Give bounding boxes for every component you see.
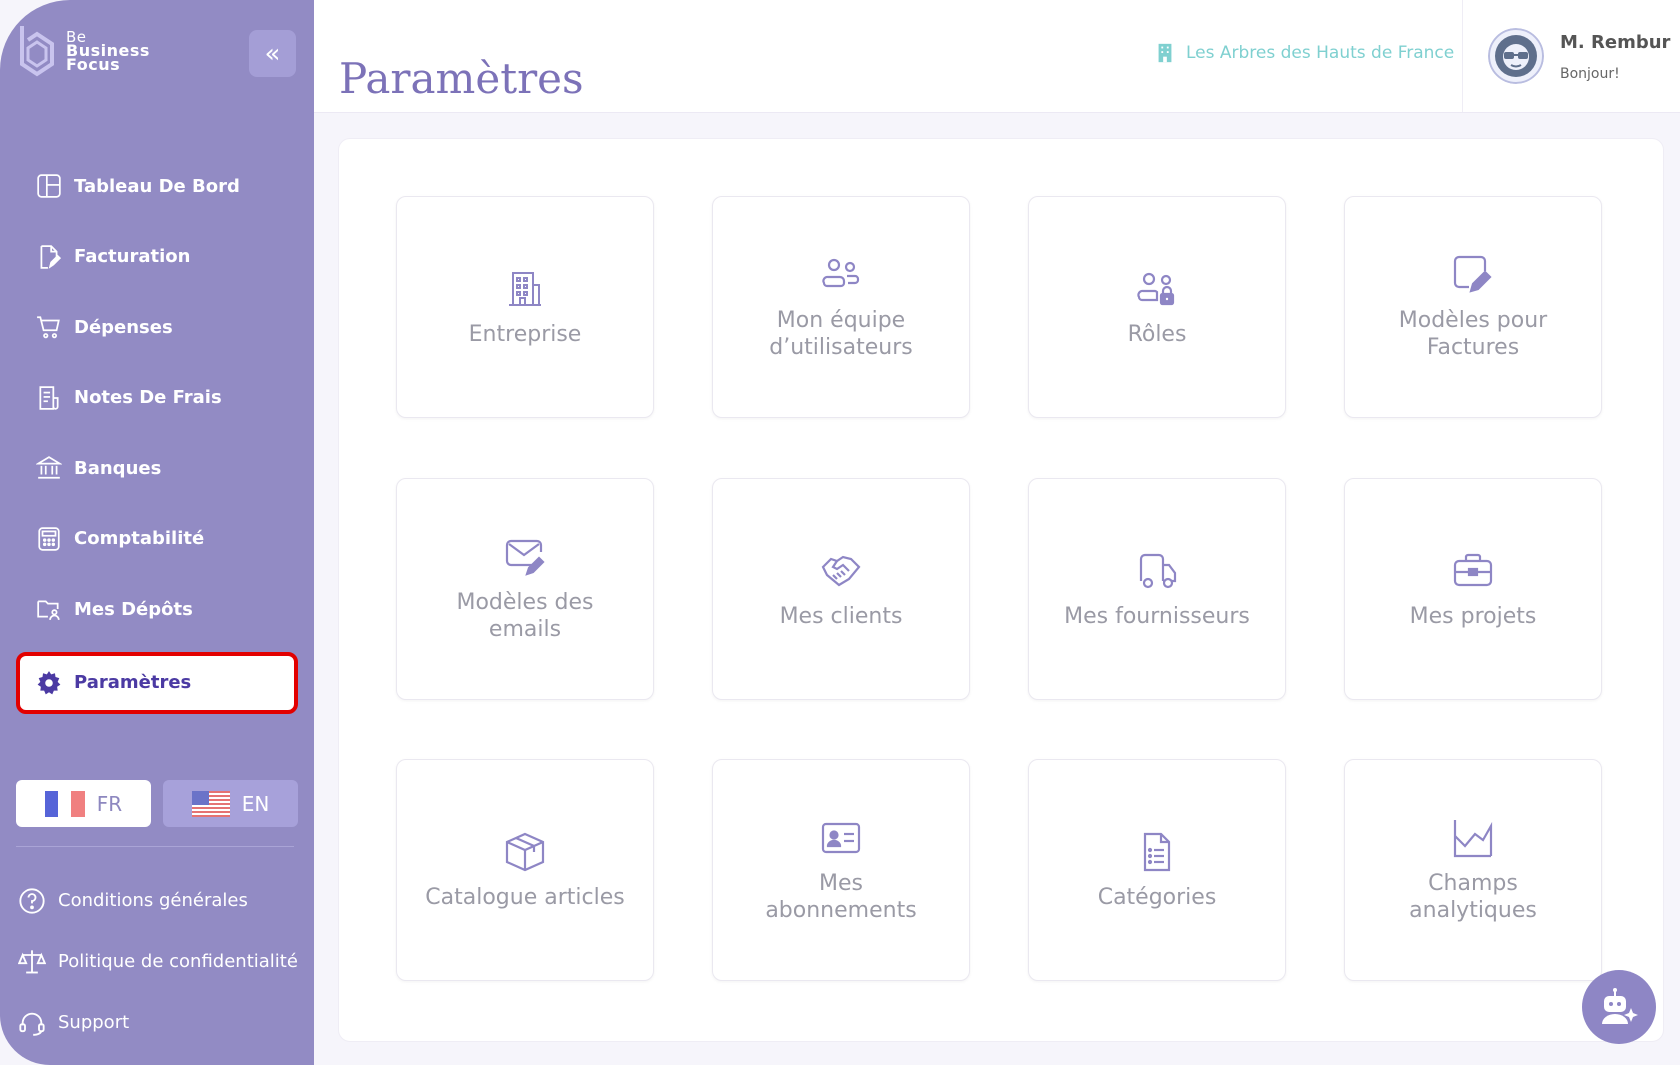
user-greeting: Bonjour! [1560,66,1620,82]
settings-tile-entreprise[interactable]: Entreprise [396,196,654,418]
logo-icon [20,26,54,77]
settings-tile-mes-abonnements[interactable]: Mes abonnements [712,759,970,981]
double-chevron-left-icon: « [264,38,281,69]
settings-tile-modeles-factures[interactable]: Modèles pour Factures [1344,196,1602,418]
tile-label: Mes projets [1409,603,1537,629]
settings-panel: Entreprise Mon équipe d’utilisateurs Rôl… [338,138,1664,1042]
tile-label: Modèles pour Factures [1398,308,1548,360]
language-switcher: FR EN [16,780,298,827]
briefcase-icon [1453,553,1493,586]
language-button-fr[interactable]: FR [16,780,151,827]
footer-link-label: Politique de confidentialité [58,951,298,972]
tile-label: Catalogue articles [425,884,625,910]
sidebar-item-label: Tableau De Bord [74,175,240,197]
company-selector[interactable]: Les Arbres des Hauts de France [1154,42,1454,64]
folder-users-icon [37,600,60,620]
tile-label: Mes fournisseurs [1064,603,1250,629]
headset-icon [19,1012,45,1036]
box-icon [505,832,545,871]
sidebar-item-banques[interactable]: Banques [16,440,298,496]
sidebar-item-mes-depots[interactable]: Mes Dépôts [16,581,298,637]
building-icon [509,271,541,306]
calculator-icon [38,526,60,551]
settings-tile-catalogue-articles[interactable]: Catalogue articles [396,759,654,981]
gear-icon [37,670,61,694]
sidebar-item-label: Comptabilité [74,528,205,549]
scales-icon [18,949,46,973]
language-code: EN [241,791,270,816]
company-name: Les Arbres des Hauts de France [1186,43,1455,63]
tile-label: Mon équipe d’utilisateurs [769,308,913,360]
settings-tile-modeles-emails[interactable]: Modèles des emails [396,478,654,700]
help-circle-icon [19,887,45,914]
building-icon [1158,43,1172,63]
sidebar-item-label: Facturation [74,246,191,267]
sidebar-item-parametres[interactable]: Paramètres [16,651,298,714]
tile-label: Mes clients [779,603,903,629]
sidebar-item-label: Banques [74,457,162,479]
terms-link[interactable]: Conditions générales [18,870,308,931]
bank-icon [36,456,62,479]
assistant-chat-button[interactable] [1582,970,1656,1044]
list-document-icon [1143,832,1171,871]
brand-line3: Focus [66,55,121,74]
sidebar-item-label: Dépenses [74,316,173,338]
brand-name: Be Business Focus [66,30,150,74]
sidebar-divider [16,846,294,847]
top-header: Paramètres Les Arbres des Hauts de Franc… [314,0,1680,113]
collapse-sidebar-button[interactable]: « [249,30,296,77]
dashboard-icon [37,174,61,198]
france-flag-icon [44,790,85,817]
page-title: Paramètres [339,54,584,104]
sidebar-item-depenses[interactable]: Dépenses [16,299,298,355]
mail-edit-icon [505,539,545,576]
app-window: Be Business Focus « Tableau De Bord Fact… [0,0,1680,1065]
settings-tile-mes-clients[interactable]: Mes clients [712,478,970,700]
tile-label: Entreprise [468,321,582,347]
language-code: FR [96,791,123,816]
avatar[interactable] [1488,28,1544,84]
settings-tile-categories[interactable]: Catégories [1028,759,1286,981]
header-separator [1462,0,1463,112]
sidebar-item-label: Notes De Frais [74,387,222,408]
sidebar-item-label: Mes Dépôts [74,598,193,620]
sidebar: Be Business Focus « Tableau De Bord Fact… [0,0,314,1065]
robot-sparkle-icon [1602,988,1638,1024]
sidebar-item-label: Paramètres [74,672,192,693]
document-edit-icon [1453,255,1492,293]
truck-icon [1139,553,1177,588]
invoice-icon [40,244,62,269]
tile-label: Champs analytiques [1409,871,1537,923]
tile-label: Mes abonnements [765,871,917,923]
users-lock-icon [1137,272,1175,305]
settings-tile-mes-projets[interactable]: Mes projets [1344,478,1602,700]
user-name: M. Rembur [1560,32,1671,53]
tile-label: Rôles [1127,321,1187,347]
language-button-en[interactable]: EN [163,780,298,827]
sidebar-nav: Tableau De Bord Facturation Dépenses Not… [16,158,298,728]
tile-label: Catégories [1097,884,1217,910]
settings-tile-mon-equipe[interactable]: Mon équipe d’utilisateurs [712,196,970,418]
settings-tile-champs-analytiques[interactable]: Champs analytiques [1344,759,1602,981]
settings-tile-mes-fournisseurs[interactable]: Mes fournisseurs [1028,478,1286,700]
footer-link-label: Conditions générales [58,890,248,911]
handshake-icon [821,555,861,586]
settings-tile-roles[interactable]: Rôles [1028,196,1286,418]
us-flag-icon [191,790,230,817]
footer-link-label: Support [58,1012,130,1033]
privacy-link[interactable]: Politique de confidentialité [18,931,308,992]
sidebar-footer: Conditions générales Politique de confid… [18,870,308,1053]
users-icon [822,258,860,288]
sidebar-item-notes-de-frais[interactable]: Notes De Frais [16,370,298,426]
cart-icon [37,316,60,339]
support-link[interactable]: Support [18,992,308,1053]
receipt-icon [39,385,59,410]
sidebar-item-facturation[interactable]: Facturation [16,229,298,285]
brand-logo[interactable]: Be Business Focus [16,24,150,78]
tile-label: Modèles des emails [456,590,594,642]
sidebar-item-comptabilite[interactable]: Comptabilité [16,511,298,567]
id-card-icon [821,822,861,854]
chart-area-icon [1453,820,1493,858]
sidebar-item-tableau-de-bord[interactable]: Tableau De Bord [16,158,298,214]
